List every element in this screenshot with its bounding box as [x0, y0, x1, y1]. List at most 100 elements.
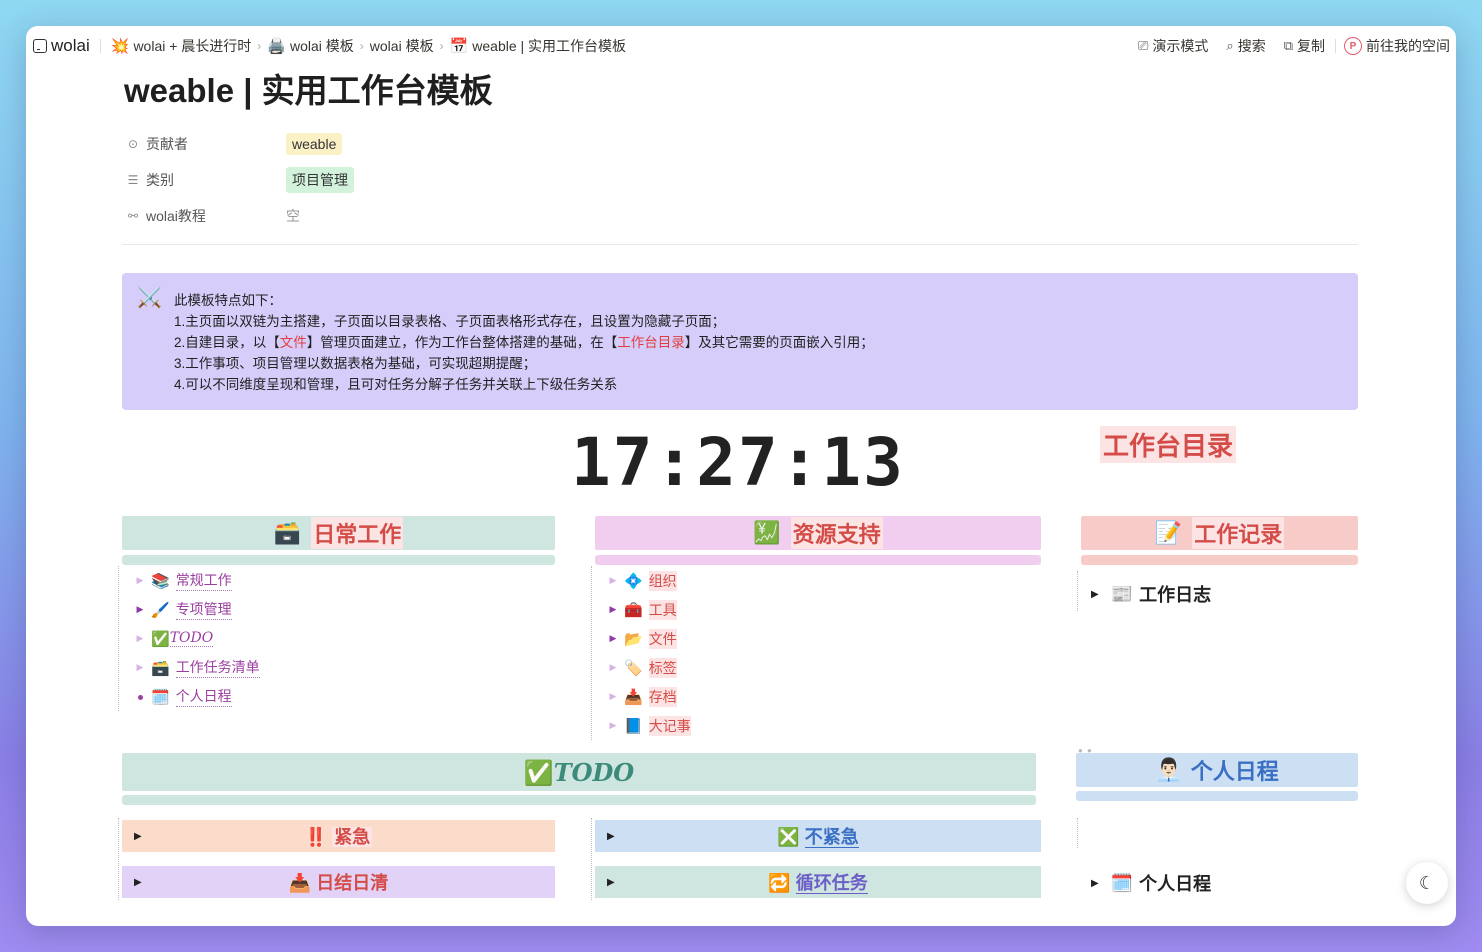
copy-button[interactable]: ⧉ 复制 [1284, 36, 1325, 56]
page-title[interactable]: weable | 实用工作台模板 [124, 64, 493, 112]
daily-work-title: 日常工作 [311, 517, 404, 549]
schedule-bar [1076, 791, 1358, 801]
toggle-triangle-icon[interactable]: ▶ [134, 831, 142, 842]
property-key[interactable]: ⚯ wolai教程 [126, 206, 286, 226]
list-item[interactable]: ▶ 📚 常规工作 [129, 566, 538, 595]
breadcrumb-item-templates[interactable]: 🖨️ wolai 模板 [267, 36, 353, 56]
list-item[interactable]: ▶ 🖌️ 专项管理 [129, 595, 538, 624]
toggle-triangle-icon[interactable]: ▶ [1091, 878, 1099, 889]
tutorial-value[interactable]: 空 [286, 206, 300, 226]
item-link[interactable]: 组织 [648, 570, 677, 591]
list-item[interactable]: ▶ 📘 大记事 [602, 711, 1021, 740]
toggle-triangle-icon[interactable]: ▶ [602, 662, 624, 673]
presentation-icon: ⎚ [1138, 38, 1149, 53]
property-contributor: ⊙ 贡献者 weable [126, 126, 1356, 162]
toggle-triangle-icon[interactable]: ▶ [602, 633, 624, 644]
todo-bar [122, 795, 1036, 805]
schedule-toggle[interactable]: ▶ 🗓️ 个人日程 [1091, 870, 1211, 896]
search-label: 搜索 [1237, 38, 1266, 54]
wolai-logo[interactable]: wolai [33, 36, 90, 56]
callout-text: 2.自建目录，以【 [174, 335, 280, 350]
list-item[interactable]: ▶ 📂 文件 [602, 624, 1021, 653]
item-link[interactable]: 工作任务清单 [175, 657, 260, 678]
work-log-label: 工作日志 [1139, 585, 1212, 605]
present-label: 演示模式 [1152, 38, 1209, 54]
books-icon: 📚 [151, 572, 170, 590]
list-item[interactable]: ▶ 🗃️ 工作任务清单 [129, 653, 538, 682]
item-link[interactable]: 个人日程 [175, 686, 232, 707]
breadcrumb-item-current[interactable]: 📅 weable | 实用工作台模板 [450, 36, 626, 56]
toggle-triangle-icon[interactable]: ▶ [129, 662, 151, 673]
check-mark-icon: ✅ [151, 630, 170, 648]
work-log-toggle[interactable]: ▶ 📰 工作日志 [1091, 581, 1211, 607]
toggle-triangle-icon[interactable]: ▶ [607, 877, 615, 888]
item-link[interactable]: 专项管理 [175, 599, 232, 620]
property-key-label: 类别 [146, 172, 174, 188]
breadcrumb-item-workspace[interactable]: 💥 wolai + 晨长进行时 [111, 36, 252, 56]
search-button[interactable]: ⌕ 搜索 [1226, 36, 1265, 56]
toggle-triangle-icon[interactable]: ▶ [602, 575, 624, 586]
list-icon: ☰ [127, 173, 139, 187]
list-item[interactable]: ▶ 🏷️ 标签 [602, 653, 1021, 682]
property-key-label: 贡献者 [146, 136, 188, 152]
list-item[interactable]: ▶ 🧰 工具 [602, 595, 1021, 624]
property-category: ☰ 类别 项目管理 [126, 162, 1356, 198]
breadcrumb-label: wolai 模板 [369, 38, 434, 54]
item-link[interactable]: 工具 [648, 599, 677, 620]
workbench-dir-heading[interactable]: 工作台目录 [1100, 426, 1237, 463]
printer-icon: 🖨️ [267, 38, 286, 55]
divider [122, 244, 1358, 245]
toggle-triangle-icon[interactable]: ▶ [134, 877, 142, 888]
daily-clear-toggle[interactable]: ▶ 📥 日结日清 [122, 866, 555, 898]
toggle-triangle-icon[interactable]: ▶ [607, 831, 615, 842]
recurring-toggle[interactable]: ▶ 🔁 循环任务 [595, 866, 1041, 898]
chart-icon: 💹 [753, 520, 781, 545]
inbox-icon: 📥 [624, 688, 643, 706]
item-link[interactable]: 文件 [648, 628, 677, 649]
property-key[interactable]: ⊙ 贡献者 [126, 134, 286, 154]
recurring-label: 循环任务 [795, 873, 868, 894]
list-item[interactable]: ▶ ✅ TODO [129, 624, 538, 653]
toggle-triangle-icon[interactable]: ▶ [1091, 589, 1099, 600]
work-record-bar [1081, 555, 1358, 565]
toggle-triangle-icon[interactable]: ▶ [129, 575, 151, 586]
app-window: wolai 💥 wolai + 晨长进行时 › 🖨️ wolai 模板 › wo… [26, 26, 1456, 926]
goto-space-button[interactable]: P 前往我的空间 [1344, 36, 1450, 56]
list-item[interactable]: ▶ 📥 存档 [602, 682, 1021, 711]
item-link[interactable]: 存档 [648, 686, 677, 707]
moon-icon: ☾ [1418, 872, 1436, 893]
features-callout[interactable]: ⚔️ 此模板特点如下： 1.主页面以双链为主搭建，子页面以目录表格、子页面表格形… [122, 273, 1358, 410]
file-page-link[interactable]: 文件 [280, 335, 307, 350]
callout-text: 】及其它需要的页面嵌入引用； [684, 335, 874, 350]
urgent-toggle[interactable]: ▶ ‼️ 紧急 [122, 820, 555, 852]
breadcrumb-item-templates-sub[interactable]: wolai 模板 [370, 36, 434, 56]
workbench-dir-link[interactable]: 工作台目录 [617, 335, 685, 350]
category-tag[interactable]: 项目管理 [286, 167, 354, 193]
card-file-box-icon: 🗃️ [273, 520, 302, 545]
item-link[interactable]: 常规工作 [175, 570, 232, 591]
not-urgent-toggle[interactable]: ▶ ❎ 不紧急 [595, 820, 1041, 852]
toggle-triangle-icon[interactable]: ▶ [602, 691, 624, 702]
divider [1335, 39, 1336, 53]
list-item[interactable]: ▶ 💠 组织 [602, 566, 1021, 595]
repeat-icon: 🔁 [768, 873, 791, 893]
toggle-triangle-icon[interactable]: ▶ [129, 604, 151, 615]
app-name: wolai [51, 36, 90, 55]
toggle-triangle-icon[interactable]: ▶ [602, 720, 624, 731]
contributor-tag[interactable]: weable [286, 133, 343, 155]
toggle-triangle-icon[interactable]: ▶ [602, 604, 624, 615]
item-link[interactable]: 大记事 [648, 715, 691, 736]
callout-line: 2.自建目录，以【文件】管理页面建立，作为工作台整体搭建的基础，在【工作台目录】… [174, 332, 1358, 353]
present-mode-button[interactable]: ⎚ 演示模式 [1138, 36, 1208, 56]
item-link[interactable]: TODO [169, 630, 214, 647]
breadcrumb-label: wolai + 晨长进行时 [133, 38, 252, 54]
item-link[interactable]: 标签 [648, 657, 677, 678]
toggle-triangle-icon[interactable]: ▶ [129, 633, 151, 644]
dark-mode-toggle[interactable]: ☾ [1406, 862, 1448, 904]
recurring-title: 🔁 循环任务 [595, 869, 1041, 895]
list-item[interactable]: 🗓️ 个人日程 [129, 682, 538, 711]
property-key[interactable]: ☰ 类别 [126, 170, 286, 190]
urgent-title: ‼️ 紧急 [122, 823, 555, 849]
schedule-toggle-label: 个人日程 [1139, 874, 1212, 894]
divider [99, 39, 101, 53]
